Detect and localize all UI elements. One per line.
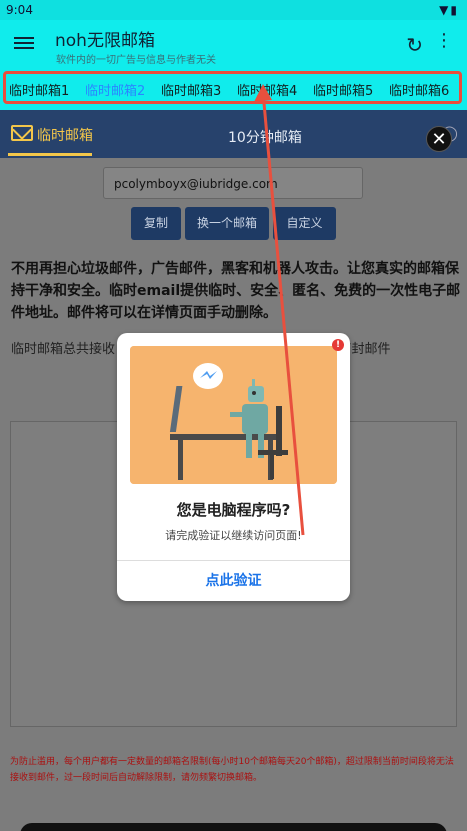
received-count-label: 临时邮箱总共接收 <box>11 342 116 357</box>
service-description: 不用再担心垃圾邮件，广告邮件，黑客和机器人攻击。让您真实的邮箱保持干净和安全。临… <box>11 261 461 321</box>
tab-temp-mail[interactable]: 临时邮箱 <box>37 125 93 145</box>
dialog-message: 请完成验证以继续访问页面! <box>165 529 302 542</box>
tab-ten-minute-mail[interactable]: 10分钟邮箱 <box>228 127 302 147</box>
mail-type-tabs: 临时邮箱 10分钟邮箱 <box>0 110 467 158</box>
app-subtitle: 软件内的一切广告与信息与作者无关 <box>56 55 216 66</box>
alert-badge-icon: ! <box>332 339 344 351</box>
verify-button[interactable]: 点此验证 <box>117 570 350 590</box>
app-title: noh无限邮箱 <box>55 31 155 51</box>
dialog-divider <box>117 560 350 561</box>
envelope-icon <box>11 125 33 141</box>
copy-button[interactable]: 复制 <box>131 207 181 240</box>
captcha-dialog: ! 您是电脑程序吗? 请完成验证以继续访问页面! 点此验证 <box>117 333 350 601</box>
robot-illustration <box>130 346 337 484</box>
email-address-field[interactable]: pcolymboyx@iubridge.com <box>103 167 363 199</box>
mailbox-tabs: 临时邮箱1 临时邮箱2 临时邮箱3 临时邮箱4 临时邮箱5 临时邮箱6 <box>0 68 467 110</box>
wifi-battery-icon: ▼▮ <box>439 3 459 17</box>
close-popup-icon[interactable]: ✕ <box>426 126 452 152</box>
menu-icon[interactable] <box>14 34 34 54</box>
status-bar: 9:04 ▼▮ <box>0 0 467 20</box>
more-vert-icon[interactable]: ⋮ <box>435 32 453 50</box>
refresh-icon[interactable]: ↻ <box>406 33 423 57</box>
annotation-highlight-box <box>3 71 462 104</box>
bottom-nav-bar <box>20 823 447 831</box>
active-tab-indicator <box>8 153 92 156</box>
app-bar: noh无限邮箱 软件内的一切广告与信息与作者无关 ↻ ⋮ <box>0 20 467 68</box>
change-mailbox-button[interactable]: 换一个邮箱 <box>185 207 269 240</box>
usage-notice: 为防止滥用，每个用户都有一定数量的邮箱名限制(每小时10个邮箱每天20个邮箱)，… <box>10 757 454 783</box>
customize-button[interactable]: 自定义 <box>273 207 336 240</box>
status-time: 9:04 <box>6 3 33 17</box>
dialog-title: 您是电脑程序吗? <box>176 501 291 519</box>
